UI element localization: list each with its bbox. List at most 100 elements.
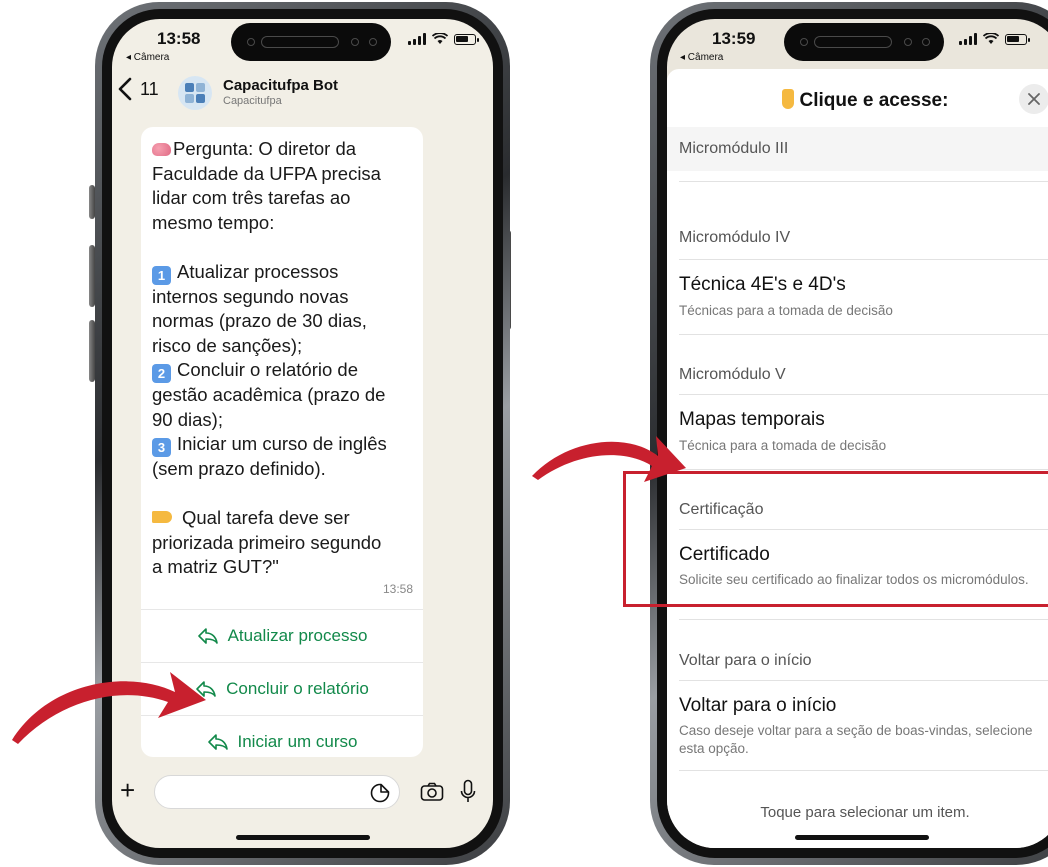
sheet-title: Clique e acesse: bbox=[667, 89, 1048, 112]
signal-icon bbox=[408, 33, 426, 45]
home-indicator[interactable] bbox=[236, 835, 370, 840]
list-picker-screen: 13:59 ◂ Câmera Clique e acesse: Micromód… bbox=[667, 19, 1048, 848]
back-to-camera-link[interactable]: ◂ Câmera bbox=[680, 52, 723, 63]
plus-icon[interactable]: + bbox=[120, 777, 135, 803]
footer-hint: Toque para selecionar um item. bbox=[760, 804, 970, 821]
right-phone: 13:59 ◂ Câmera Clique e acesse: Micromód… bbox=[650, 2, 1048, 865]
divider bbox=[679, 181, 1048, 182]
brain-icon bbox=[152, 143, 171, 156]
reply-button-label: Concluir o relatório bbox=[226, 679, 369, 698]
back-button[interactable]: 11 bbox=[118, 77, 159, 101]
keycap-2-icon: 2 bbox=[152, 364, 171, 383]
chat-header: 11 Capacitufpa Bot Capacitufpa bbox=[112, 71, 493, 121]
message-line: internos segundo novas bbox=[152, 285, 349, 307]
island-dot bbox=[922, 38, 930, 46]
divider bbox=[679, 770, 1048, 771]
signal-icon bbox=[959, 33, 977, 45]
section-header-micromodulo-iv: Micromódulo IV bbox=[679, 229, 791, 246]
reply-button-label: Atualizar processo bbox=[227, 626, 368, 645]
back-to-camera-link[interactable]: ◂ Câmera bbox=[126, 52, 169, 63]
dynamic-island bbox=[231, 23, 391, 61]
divider bbox=[679, 259, 1048, 260]
status-bar: 13:59 ◂ Câmera bbox=[667, 19, 1048, 73]
list-item-tecnica-4e-4d[interactable]: Técnica 4E's e 4D's bbox=[679, 274, 846, 296]
red-arrow-right-icon bbox=[532, 436, 686, 482]
sticker-icon[interactable] bbox=[370, 783, 390, 803]
status-bar: 13:58 ◂ Câmera bbox=[112, 19, 493, 73]
divider bbox=[679, 680, 1048, 681]
status-time: 13:58 bbox=[157, 29, 201, 48]
divider bbox=[679, 334, 1048, 335]
island-ring bbox=[261, 36, 339, 48]
island-dot bbox=[351, 38, 359, 46]
divider bbox=[679, 394, 1048, 395]
status-time: 13:59 bbox=[712, 29, 756, 48]
list-item-mapas-temporais[interactable]: Mapas temporais bbox=[679, 409, 825, 431]
island-dot bbox=[369, 38, 377, 46]
message-line-text: Qual tarefa deve ser bbox=[182, 507, 350, 528]
battery-icon bbox=[454, 33, 479, 45]
section-header-voltar: Voltar para o início bbox=[679, 652, 812, 669]
pointing-hand-icon bbox=[152, 511, 172, 523]
pointing-down-icon bbox=[781, 89, 794, 109]
message-line: lidar com três tarefas ao bbox=[152, 187, 351, 208]
close-icon bbox=[1028, 93, 1040, 105]
close-button[interactable] bbox=[1019, 84, 1048, 114]
wifi-icon bbox=[432, 33, 448, 44]
list-item-voltar-inicio[interactable]: Voltar para o início bbox=[679, 695, 836, 717]
red-arrow-left-icon bbox=[12, 672, 206, 744]
island-dot bbox=[800, 38, 808, 46]
message-gap bbox=[152, 235, 414, 260]
section-header-micromodulo-iii: Micromódulo III bbox=[667, 127, 1048, 171]
message-gap bbox=[152, 482, 414, 507]
message-line: 1 Atualizar processos bbox=[152, 260, 414, 285]
chevron-left-icon bbox=[118, 77, 132, 101]
island-ring bbox=[814, 36, 892, 48]
bot-avatar[interactable] bbox=[178, 76, 212, 110]
message-line: Pergunta: O diretor da bbox=[152, 137, 414, 162]
contact-subtitle: Capacitufpa bbox=[223, 95, 282, 107]
list-sheet: Clique e acesse: Micromódulo III Micromó… bbox=[667, 69, 1048, 848]
divider bbox=[679, 619, 1048, 620]
dynamic-island bbox=[784, 23, 944, 61]
message-line-text: Concluir o relatório de bbox=[177, 359, 358, 380]
message-line: a matriz GUT?" bbox=[152, 556, 279, 577]
sheet-title-text: Clique e acesse: bbox=[799, 90, 949, 111]
message-line: (sem prazo definido). bbox=[152, 458, 326, 479]
message-time: 13:58 bbox=[382, 582, 413, 596]
island-dot bbox=[247, 38, 255, 46]
section-header-text: Micromódulo III bbox=[679, 140, 789, 157]
keycap-1-icon: 1 bbox=[152, 265, 171, 285]
contact-name[interactable]: Capacitufpa Bot bbox=[223, 77, 338, 94]
message-line: 2 Concluir o relatório de bbox=[152, 358, 414, 383]
island-dot bbox=[904, 38, 912, 46]
message-line: priorizada primeiro segundo bbox=[152, 531, 382, 553]
home-indicator[interactable] bbox=[795, 835, 929, 840]
divider bbox=[679, 469, 1048, 470]
wifi-icon bbox=[983, 33, 999, 44]
message-line-text: Atualizar processos bbox=[177, 260, 339, 282]
message-line: Faculdade da UFPA precisa bbox=[152, 162, 381, 184]
message-line-text: Iniciar um curso de inglês bbox=[177, 433, 387, 454]
list-item-subtitle: Técnica para a tomada de decisão bbox=[679, 438, 887, 453]
microphone-icon[interactable] bbox=[460, 779, 476, 805]
list-item-subtitle: Caso deseje voltar para a seção de boas-… bbox=[679, 723, 1033, 756]
battery-icon bbox=[1005, 33, 1030, 45]
status-icons bbox=[959, 33, 1030, 45]
status-icons bbox=[408, 33, 479, 45]
unread-count: 11 bbox=[140, 78, 159, 99]
puzzle-logo-icon bbox=[185, 83, 205, 103]
camera-icon[interactable] bbox=[420, 782, 444, 802]
message-line: 3 Iniciar um curso de inglês bbox=[152, 432, 414, 457]
list-item-subtitle: Técnicas para a tomada de decisão bbox=[679, 303, 893, 318]
message-input-bar: + bbox=[112, 771, 493, 815]
message-input[interactable] bbox=[154, 775, 400, 809]
message-line: 90 dias); bbox=[152, 408, 223, 430]
section-header-micromodulo-v: Micromódulo V bbox=[679, 366, 786, 383]
message-line: Qual tarefa deve ser bbox=[152, 506, 414, 531]
message-text: Pergunta: O diretor da Faculdade da UFPA… bbox=[152, 137, 414, 580]
message-line: mesmo tempo: bbox=[152, 211, 275, 233]
message-line: risco de sanções); bbox=[152, 334, 303, 356]
message-line-text: Pergunta: O diretor da bbox=[173, 138, 357, 159]
keycap-3-icon: 3 bbox=[152, 438, 171, 457]
